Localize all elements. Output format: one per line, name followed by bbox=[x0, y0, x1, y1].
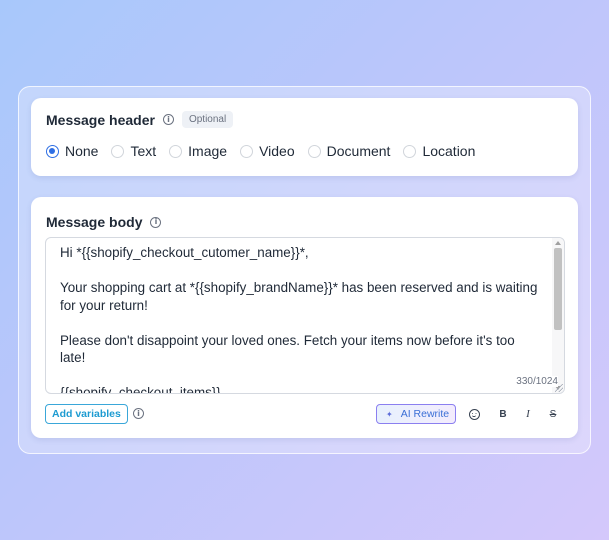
radio-button-video[interactable] bbox=[240, 144, 254, 158]
ai-rewrite-button[interactable]: ✦ AI Rewrite bbox=[376, 404, 456, 424]
radio-option-text[interactable]: Text bbox=[111, 143, 156, 159]
message-body-textarea[interactable]: Hi *{{shopify_checkout_cutomer_name}}*, … bbox=[45, 237, 565, 394]
info-icon[interactable]: i bbox=[162, 114, 174, 125]
emoji-icon bbox=[468, 408, 480, 420]
radio-option-image[interactable]: Image bbox=[169, 143, 227, 159]
radio-button-none[interactable] bbox=[46, 144, 59, 158]
info-icon[interactable]: i bbox=[150, 216, 162, 228]
radio-label: Text bbox=[130, 143, 157, 159]
message-header-title-row: Message header i Optional bbox=[46, 111, 234, 128]
bold-button[interactable]: B bbox=[495, 406, 511, 422]
resize-handle-icon[interactable] bbox=[555, 384, 563, 392]
radio-option-document[interactable]: Document bbox=[307, 143, 391, 159]
radio-button-document[interactable] bbox=[307, 144, 321, 158]
radio-option-location[interactable]: Location bbox=[403, 143, 475, 159]
scroll-up-arrow-icon[interactable] bbox=[555, 241, 561, 245]
info-icon[interactable]: i bbox=[133, 408, 144, 419]
italic-button[interactable]: I bbox=[520, 406, 536, 422]
message-header-title: Message header bbox=[46, 111, 155, 128]
radio-label: Image bbox=[188, 143, 228, 159]
sparkle-icon: ✦ bbox=[386, 409, 393, 419]
textarea-scrollbar[interactable] bbox=[552, 238, 564, 393]
add-variables-button[interactable]: Add variables bbox=[45, 404, 128, 424]
message-header-card: Message header i Optional None Text Imag… bbox=[31, 98, 578, 176]
radio-button-image[interactable] bbox=[169, 144, 183, 158]
radio-button-text[interactable] bbox=[111, 144, 125, 158]
message-body-toolbar: Add variables i ✦ AI Rewrite B I S bbox=[45, 404, 565, 424]
message-body-card: Message body i Hi *{{shopify_checkout_cu… bbox=[31, 197, 578, 438]
emoji-button[interactable] bbox=[466, 406, 482, 422]
radio-label: Location bbox=[422, 143, 476, 159]
radio-button-location[interactable] bbox=[403, 144, 417, 158]
message-body-title: Message body bbox=[46, 214, 143, 230]
ai-rewrite-label: AI Rewrite bbox=[400, 408, 450, 420]
radio-label: None bbox=[65, 143, 99, 159]
radio-label: Video bbox=[259, 143, 295, 159]
radio-option-video[interactable]: Video bbox=[240, 143, 295, 159]
message-body-text[interactable]: Hi *{{shopify_checkout_cutomer_name}}*, … bbox=[60, 244, 540, 393]
message-body-title-row: Message body i bbox=[46, 214, 162, 230]
radio-option-none[interactable]: None bbox=[46, 143, 98, 159]
radio-label: Document bbox=[326, 143, 391, 159]
header-type-radio-group: None Text Image Video Document Location bbox=[46, 143, 488, 159]
scrollbar-thumb[interactable] bbox=[554, 248, 562, 330]
strikethrough-button[interactable]: S bbox=[545, 406, 561, 422]
character-count: 330/1024 bbox=[514, 376, 558, 387]
optional-badge: Optional bbox=[181, 111, 234, 128]
